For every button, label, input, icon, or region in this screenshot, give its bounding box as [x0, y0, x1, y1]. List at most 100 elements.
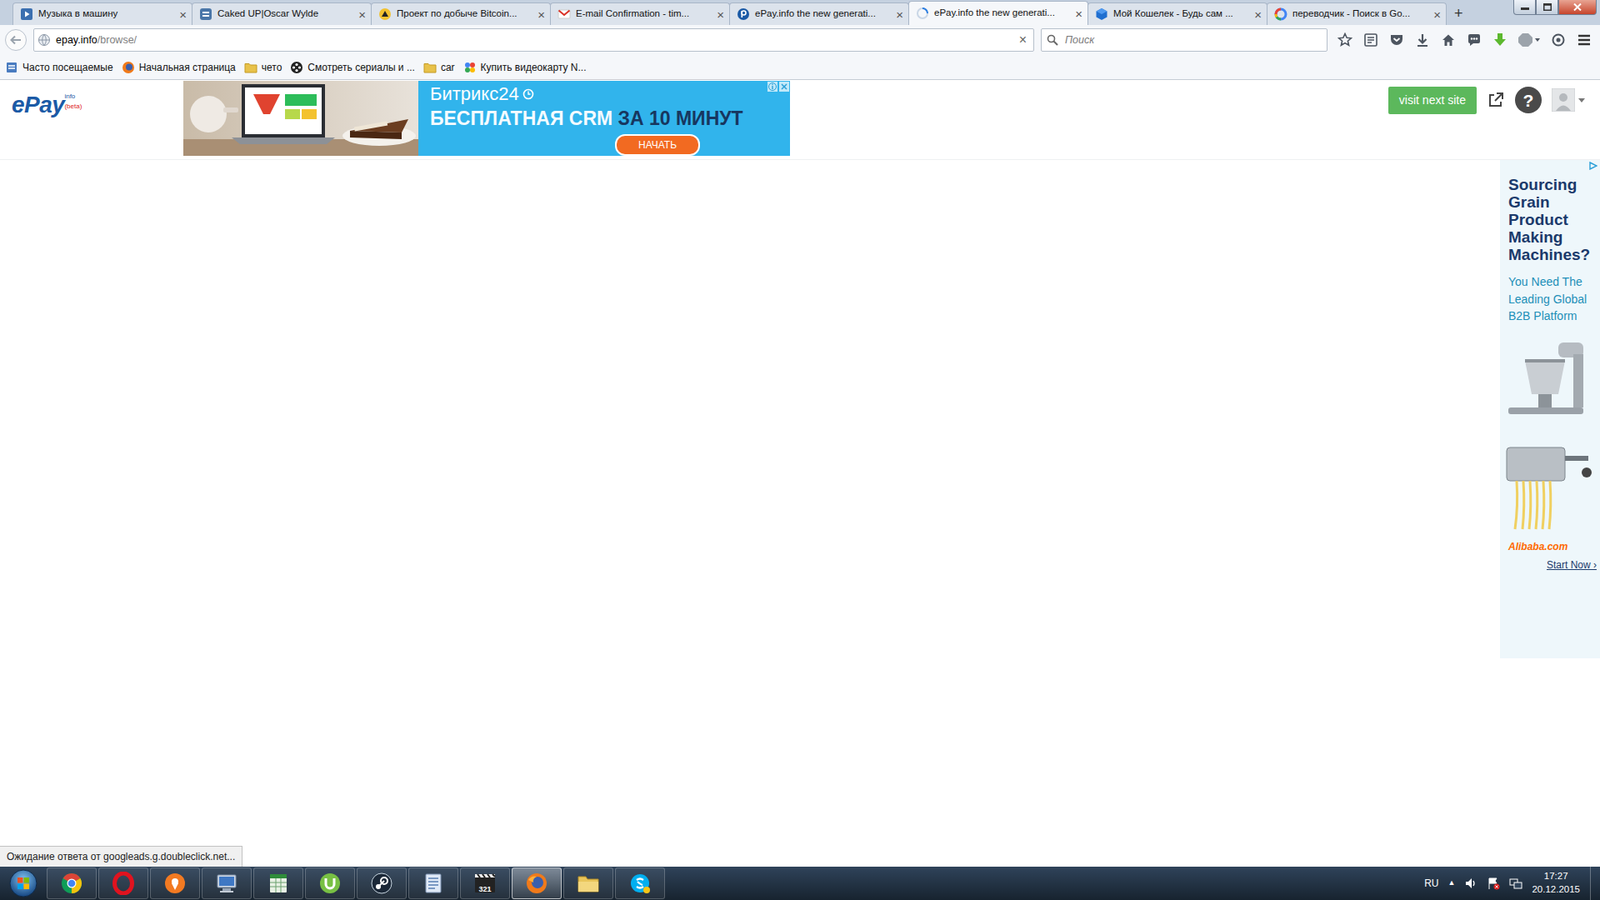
- banner-ad[interactable]: Битрикс24БЕСПЛАТНАЯ CRM ЗА 10 МИНУТНАЧАТ…: [183, 80, 790, 156]
- sheet-icon: [266, 871, 290, 895]
- reading-list-icon[interactable]: [1363, 32, 1379, 48]
- browser-tab[interactable]: E-mail Confirmation - tim...×: [550, 2, 730, 25]
- epay-icon: [736, 7, 750, 21]
- pocket-icon[interactable]: [1389, 32, 1405, 48]
- taskbar-app[interactable]: [615, 867, 665, 900]
- taskbar-app[interactable]: 321: [460, 867, 510, 900]
- taskbar-app[interactable]: [356, 867, 407, 900]
- external-link-icon[interactable]: [1486, 90, 1505, 110]
- browser-tab[interactable]: Проект по добыче Bitcoin...×: [370, 2, 551, 25]
- tab-close-button[interactable]: ×: [1433, 8, 1441, 21]
- clock[interactable]: 17:2720.12.2015: [1531, 870, 1580, 896]
- browser-tab[interactable]: Музыка в машину ×: [12, 2, 193, 25]
- back-button[interactable]: [5, 29, 27, 51]
- taskbar-app[interactable]: [305, 867, 355, 900]
- url-text: epay.info/browse/: [55, 32, 137, 49]
- taskbar-app[interactable]: [150, 867, 200, 900]
- url-host: epay.info: [55, 32, 98, 49]
- chat-icon[interactable]: [1466, 32, 1482, 48]
- taskbar-app[interactable]: [46, 867, 97, 900]
- bookmark-item[interactable]: Купить видеокарту N...: [463, 60, 587, 75]
- taskbar-app[interactable]: [511, 867, 562, 900]
- banner-text: Битрикс24БЕСПЛАТНАЯ CRM ЗА 10 МИНУТНАЧАТ…: [418, 80, 790, 156]
- minimize-button[interactable]: [1513, 0, 1536, 15]
- network-icon[interactable]: [1509, 876, 1523, 890]
- bookmark-item[interactable]: Начальная страница: [121, 60, 236, 75]
- close-window-button[interactable]: [1558, 0, 1597, 15]
- browser-tab[interactable]: Caked UP|Oscar Wylde×: [191, 2, 372, 25]
- bookmark-label: Часто посещаемые: [22, 60, 114, 75]
- tab-close-button[interactable]: ×: [1075, 7, 1083, 20]
- tab-close-button[interactable]: ×: [895, 8, 904, 21]
- menu-icon[interactable]: [1576, 32, 1592, 48]
- browser-tab[interactable]: Мой Кошелек - Будь сам ...×: [1087, 2, 1268, 25]
- search-input[interactable]: [1063, 31, 1322, 50]
- browser-tab[interactable]: переводчик - Поиск в Go... ×: [1266, 2, 1447, 25]
- tab-title: ePay.info the new generati...: [755, 6, 891, 21]
- tab-title: переводчик - Поиск в Go...: [1292, 6, 1429, 21]
- language-indicator[interactable]: RU: [1424, 875, 1439, 891]
- utorrent-icon: [318, 871, 342, 895]
- side-ad-cta[interactable]: Start Now ›: [1508, 557, 1597, 573]
- ad-info-icon[interactable]: [767, 81, 778, 92]
- window-controls: [1513, 0, 1597, 15]
- sync-icon[interactable]: [1550, 32, 1566, 48]
- maximize-button[interactable]: [1535, 0, 1559, 15]
- tab-close-button[interactable]: ×: [716, 8, 725, 21]
- taskbar-app[interactable]: [563, 867, 614, 900]
- taskbar-app[interactable]: [201, 867, 252, 900]
- opera-icon: [111, 871, 135, 895]
- speaker-icon[interactable]: [1464, 876, 1478, 890]
- visit-next-site-button[interactable]: visit next site: [1388, 86, 1477, 115]
- show-desktop-button[interactable]: [1590, 866, 1600, 900]
- address-bar[interactable]: epay.info/browse/ ×: [33, 28, 1035, 52]
- adblock-icon[interactable]: [1518, 32, 1540, 48]
- firefox-icon: [121, 60, 135, 75]
- taskbar-app[interactable]: [253, 867, 304, 900]
- tab-close-button[interactable]: ×: [1254, 8, 1262, 21]
- toolbar-icons: [1334, 32, 1595, 48]
- tab-close-button[interactable]: ×: [179, 8, 187, 21]
- help-button[interactable]: ?: [1515, 86, 1542, 114]
- bookmark-item[interactable]: car: [423, 60, 455, 75]
- clock-date: 20.12.2015: [1531, 883, 1580, 897]
- new-tab-button[interactable]: +: [1445, 2, 1472, 25]
- stand-mixer-icon: [1500, 335, 1597, 420]
- ad-choices-icon[interactable]: [1589, 161, 1598, 170]
- action-center-flag-icon[interactable]: [1486, 876, 1500, 890]
- bookmark-item[interactable]: чето: [244, 60, 283, 75]
- browser-tab[interactable]: ePay.info the new generati... ×: [729, 2, 910, 25]
- banner-cta-button[interactable]: НАЧАТЬ: [615, 134, 700, 156]
- bookmark-star-icon[interactable]: [1337, 32, 1353, 48]
- downloads-icon[interactable]: [1415, 32, 1430, 48]
- tab-close-button[interactable]: ×: [358, 8, 366, 21]
- user-menu[interactable]: [1551, 88, 1585, 112]
- tab-title: ePay.info the new generati...: [934, 5, 1070, 20]
- side-ad-headline: Sourcing Grain Product Making Machines?: [1508, 176, 1597, 264]
- bookmark-item[interactable]: Часто посещаемые: [5, 60, 114, 75]
- taskbar-app[interactable]: [408, 867, 459, 900]
- side-ad-brand: Alibaba.com: [1508, 539, 1597, 555]
- caret-icon: [1578, 98, 1585, 103]
- status-bar: Ожидание ответа от googleads.g.doublecli…: [0, 845, 243, 867]
- browser-window: Музыка в машину×Caked UP|Oscar Wylde×Про…: [0, 0, 1600, 900]
- home-icon[interactable]: [1440, 32, 1456, 48]
- notes-icon: [421, 871, 445, 895]
- green-download-icon[interactable]: [1492, 32, 1508, 48]
- tab-title: Музыка в машину: [38, 6, 175, 21]
- bookmark-label: car: [440, 60, 455, 75]
- browser-tab[interactable]: ePay.info the new generati... ×: [908, 0, 1089, 25]
- site-logo[interactable]: ePayinfo(beta): [0, 80, 184, 117]
- tray-expand-button[interactable]: ▲: [1448, 877, 1456, 890]
- taskbar-app[interactable]: [98, 867, 149, 900]
- side-ad[interactable]: Sourcing Grain Product Making Machines?Y…: [1500, 160, 1600, 659]
- stop-button[interactable]: ×: [1019, 33, 1027, 47]
- banner-cta-row: НАЧАТЬ: [430, 130, 784, 156]
- close-icon: [1573, 3, 1582, 11]
- start-button[interactable]: [0, 866, 47, 900]
- brand-name: Битрикс24: [430, 84, 520, 105]
- tab-close-button[interactable]: ×: [537, 8, 545, 21]
- shop-icon: [463, 60, 477, 75]
- bookmark-item[interactable]: Смотреть сериалы и ...: [290, 60, 415, 75]
- ad-close-icon[interactable]: [779, 81, 790, 92]
